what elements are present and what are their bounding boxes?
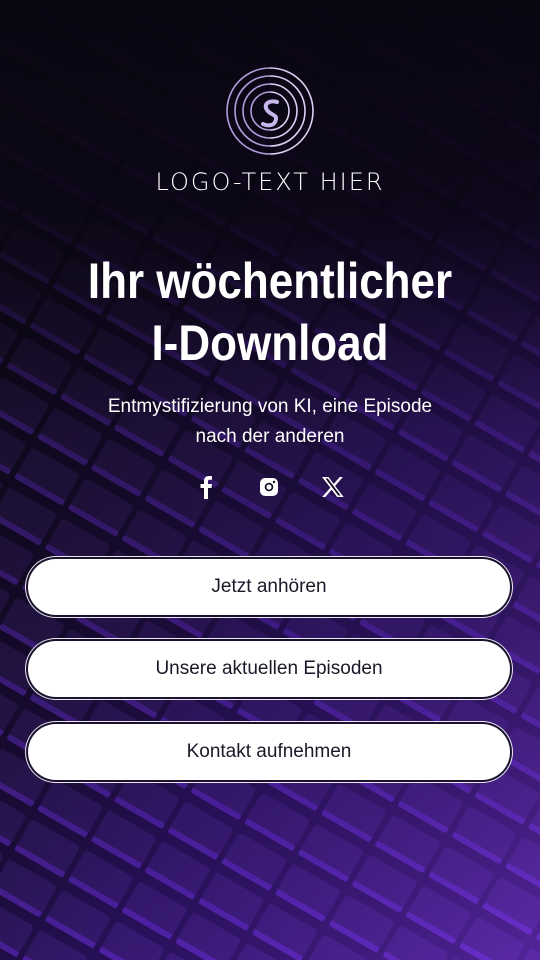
listen-now-button[interactable]: Jetzt anhören [26, 557, 512, 617]
subtitle-line-2: nach der anderen [195, 426, 345, 447]
page: LOGO-TEXT HIER Ihr wöchentlicher I-Downl… [0, 0, 540, 960]
headline-line-2: I-Download [151, 315, 389, 371]
social-links [0, 472, 540, 502]
latest-episodes-button[interactable]: Unsere aktuellen Episoden [26, 639, 512, 699]
facebook-link[interactable] [191, 472, 221, 502]
x-icon [322, 477, 344, 497]
headline-line-1: Ihr wöchentlicher [87, 253, 453, 309]
contact-button[interactable]: Kontakt aufnehmen [26, 722, 512, 782]
facebook-icon [200, 476, 212, 499]
logo-text: LOGO-TEXT HIER [155, 168, 385, 196]
instagram-link[interactable] [254, 472, 284, 502]
instagram-icon [260, 478, 278, 496]
subtitle: Entmystifizierung von KI, eine Episode n… [80, 392, 460, 452]
page-title: Ihr wöchentlicher I-Download [32, 250, 507, 374]
spiral-s-icon [226, 67, 314, 155]
x-link[interactable] [318, 472, 348, 502]
subtitle-line-1: Entmystifizierung von KI, eine Episode [107, 396, 433, 417]
